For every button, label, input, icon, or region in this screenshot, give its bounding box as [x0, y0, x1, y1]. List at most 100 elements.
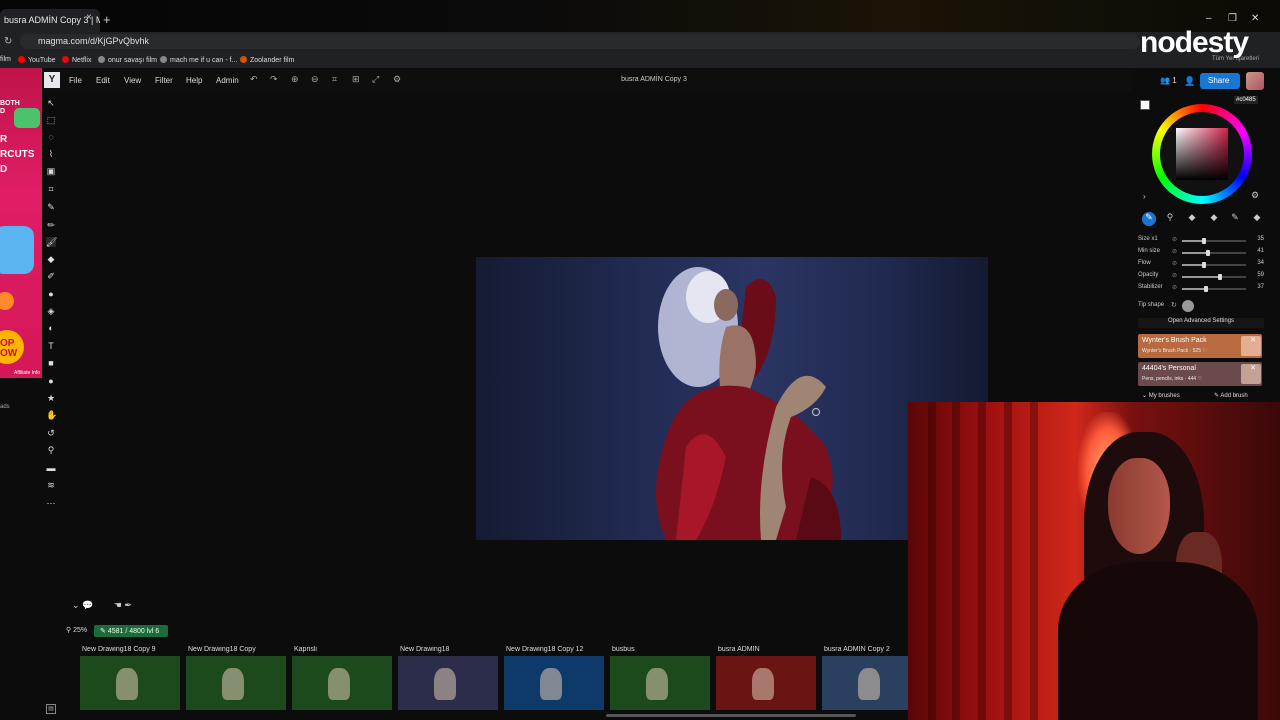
drawing-title[interactable]: New Drawing18 Copy [188, 646, 288, 653]
drawing-thumbnail[interactable] [398, 656, 498, 710]
bookmark-onur[interactable]: onur savaşı film [98, 56, 157, 64]
url-text[interactable]: magma.com/d/KjGPvQbvhk [38, 36, 149, 46]
tip-shape-preview[interactable] [1182, 300, 1194, 312]
grid-icon[interactable]: ⊞ [352, 74, 360, 85]
star-icon[interactable]: ★ [46, 393, 56, 403]
fill-icon[interactable]: ◈ [46, 306, 56, 316]
ellipse-icon[interactable]: ● [46, 376, 56, 386]
hand-gesture-icon[interactable]: ☚ [114, 600, 122, 610]
select-lasso-icon[interactable]: ◌ [46, 132, 56, 142]
pressure-toggle-icon[interactable]: ⊘ [1172, 248, 1177, 255]
brush-icon[interactable]: 🖌 [46, 237, 57, 247]
panel-toggle-icon[interactable]: ▤ [46, 704, 56, 714]
pressure-toggle-icon[interactable]: ⊘ [1172, 284, 1177, 291]
slider-track[interactable] [1182, 286, 1246, 292]
layers-icon[interactable]: ≋ [46, 480, 56, 490]
menu-filter[interactable]: Filter [155, 76, 173, 85]
eraser-icon[interactable]: ◆ [46, 254, 56, 264]
drawing-thumbnail[interactable] [186, 656, 286, 710]
pen-icon[interactable]: ✒ [124, 600, 132, 610]
drawings-scrollbar[interactable] [606, 714, 856, 717]
transform-icon[interactable]: ▣ [46, 166, 56, 176]
minimize-button[interactable]: – [1206, 13, 1212, 24]
chat-icon[interactable]: 💬 [82, 600, 93, 610]
pressure-toggle-icon[interactable]: ⊘ [1172, 236, 1177, 243]
slider-knob[interactable] [1206, 250, 1211, 256]
reset-icon[interactable]: ↻ [1171, 301, 1177, 309]
slider-track[interactable] [1182, 238, 1246, 244]
drawing-thumbnail[interactable] [504, 656, 604, 710]
brush-pack-wynter[interactable]: Wynter's Brush Pack Wynter's Brush Pack … [1138, 334, 1262, 358]
close-icon[interactable]: ✕ [1250, 364, 1256, 372]
primary-color-swatch[interactable] [1140, 100, 1150, 110]
add-brush-button[interactable]: ✎ Add brush [1214, 392, 1248, 399]
hex-value[interactable]: #c0485 [1234, 96, 1258, 104]
bookmark-zoolander[interactable]: Zoolander film [240, 56, 294, 64]
move-icon[interactable]: ↖ [46, 98, 56, 108]
brush-pack-personal[interactable]: 44404's Personal Pens, pencils, inks · 4… [1138, 362, 1262, 386]
brush-slot-1[interactable]: ✎ [1142, 212, 1156, 226]
bookmark-youtube[interactable]: YouTube [18, 56, 56, 64]
menu-file[interactable]: File [69, 76, 82, 85]
close-window-button[interactable]: ✕ [1251, 13, 1259, 24]
slider-knob[interactable] [1201, 262, 1206, 268]
new-tab-button[interactable]: + [103, 12, 111, 27]
hand-icon[interactable]: ✋ [46, 410, 57, 420]
browser-tab[interactable]: busra ADMİN Copy 3 | Magma [0, 9, 100, 32]
brush-setting-row[interactable]: Flow ⊘ 34 [1138, 260, 1264, 270]
crop-icon[interactable]: ⌗ [332, 74, 337, 85]
smudge-icon[interactable]: ✐ [46, 271, 56, 281]
brush-slot-6[interactable]: ◆ [1250, 212, 1264, 226]
brush-slot-2[interactable]: ⚲ [1163, 212, 1177, 226]
bookmark-netflix[interactable]: Netflix [62, 56, 91, 64]
blur-icon[interactable]: ● [46, 289, 56, 299]
menu-view[interactable]: View [124, 76, 141, 85]
saturation-value-picker[interactable] [1176, 128, 1228, 180]
brush-setting-row[interactable]: Size x1 ⊘ 35 [1138, 236, 1264, 246]
slider-track[interactable] [1182, 274, 1246, 280]
comment-icon[interactable]: ▬ [46, 463, 56, 473]
undo-icon[interactable]: ↶ [250, 74, 258, 85]
drawing-thumbnail[interactable] [822, 656, 922, 710]
avatar[interactable] [1246, 72, 1264, 90]
bookmark-mach[interactable]: mach me if u can - f... [160, 56, 237, 64]
bookmark-film[interactable]: film [0, 56, 11, 63]
maximize-button[interactable]: ❐ [1228, 13, 1237, 24]
chevron-right-icon[interactable]: › [1143, 192, 1146, 201]
drawing-title[interactable]: New Drawing18 [400, 646, 500, 653]
users-online[interactable]: 👥 1 [1160, 76, 1177, 85]
drawing-title[interactable]: busra ADMİN [718, 646, 818, 653]
gradient-icon[interactable]: ◐ [46, 323, 56, 333]
close-icon[interactable]: ✕ [1250, 336, 1256, 344]
drawing-thumbnail[interactable] [610, 656, 710, 710]
ad-banner[interactable]: BOTH D R RCUTS D OP OW Affiliate Info [0, 68, 42, 378]
gear-icon[interactable]: ⚙ [1251, 190, 1259, 201]
crop-tool-icon[interactable]: ⌗ [46, 184, 56, 194]
brush-setting-row[interactable]: Opacity ⊘ 59 [1138, 272, 1264, 282]
fullscreen-icon[interactable]: ⤢ [372, 74, 379, 85]
brush-slot-3[interactable]: ◆ [1185, 212, 1199, 226]
magma-logo[interactable]: Y [44, 72, 60, 88]
drawing-title[interactable]: New Drawing18 Copy 9 [82, 646, 182, 653]
advanced-settings-button[interactable]: Open Advanced Settings [1138, 318, 1264, 328]
drawing-title[interactable]: busbus [612, 646, 712, 653]
brush-setting-row[interactable]: Stabilizer ⊘ 37 [1138, 284, 1264, 294]
reload-icon[interactable]: ↻ [4, 36, 12, 47]
text-icon[interactable]: T [46, 341, 56, 351]
add-user-icon[interactable]: 👤 [1184, 76, 1195, 87]
slider-knob[interactable] [1203, 286, 1208, 292]
slider-track[interactable] [1182, 262, 1246, 268]
brush-setting-row[interactable]: Min size ⊘ 41 [1138, 248, 1264, 258]
menu-help[interactable]: Help [186, 76, 202, 85]
drawing-title[interactable]: Kaprisli [294, 646, 394, 653]
omnibox[interactable] [20, 34, 1140, 49]
drawing-thumbnail[interactable] [292, 656, 392, 710]
pressure-toggle-icon[interactable]: ⊘ [1172, 260, 1177, 267]
brush-slot-4[interactable]: ◆ [1207, 212, 1221, 226]
select-poly-icon[interactable]: ⌇ [46, 149, 56, 159]
pressure-toggle-icon[interactable]: ⊘ [1172, 272, 1177, 279]
tab-close-icon[interactable]: × [86, 12, 92, 23]
redo-icon[interactable]: ↷ [270, 74, 278, 85]
chevron-down-icon[interactable]: ⌄ [72, 600, 80, 610]
zoom-level[interactable]: ⚲ 25% [66, 626, 87, 634]
